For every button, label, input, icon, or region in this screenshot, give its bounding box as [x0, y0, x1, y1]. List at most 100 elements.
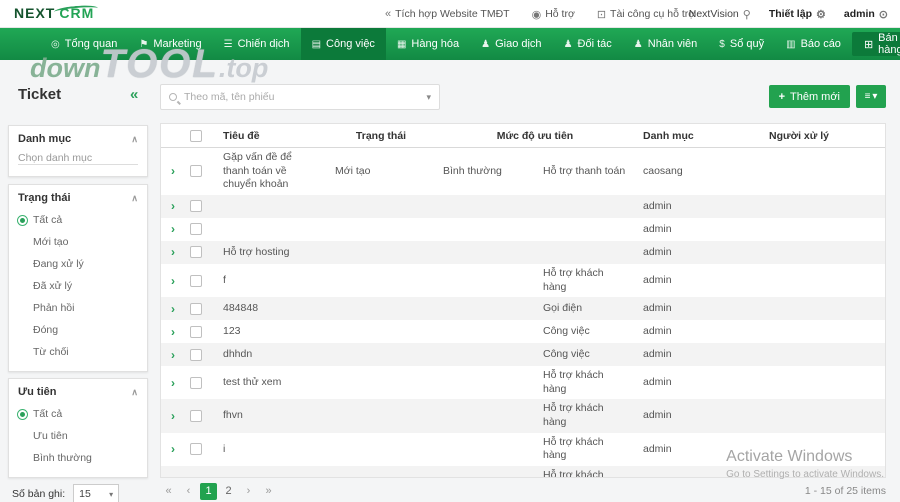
- cell-priority: [435, 249, 535, 255]
- row-expand-icon[interactable]: ›: [161, 442, 185, 456]
- row-checkbox[interactable]: [190, 200, 202, 213]
- category-panel-header[interactable]: Danh mục ∧: [9, 126, 147, 150]
- nav-item-marketing[interactable]: ⚑ Marketing: [128, 28, 212, 60]
- cart-icon: ⊞: [863, 38, 874, 51]
- status-option-phan-hoi[interactable]: Phản hồi: [9, 297, 147, 319]
- table-row[interactable]: › fhvn Hỗ trợ khách hàng admin: [161, 399, 885, 433]
- table-row[interactable]: › i Hỗ trợ khách hàng admin: [161, 432, 885, 467]
- cell-title: Hỗ trợ hosting: [223, 245, 290, 258]
- row-checkbox[interactable]: [190, 410, 202, 423]
- table-row[interactable]: › admin: [161, 217, 885, 241]
- search-dropdown-caret-icon[interactable]: ▾: [426, 92, 431, 103]
- partners-icon: ♟: [563, 38, 573, 50]
- status-option-da-xu-ly[interactable]: Đã xử lý: [9, 275, 147, 297]
- row-checkbox[interactable]: [190, 476, 202, 477]
- table-row[interactable]: › dhhdn Công việc admin: [161, 343, 885, 367]
- nav-item-chien-dich[interactable]: ☰ Chiến dịch: [213, 28, 301, 60]
- status-option-all[interactable]: Tất cả: [9, 209, 147, 231]
- priority-panel-header[interactable]: Ưu tiên ∧: [9, 379, 147, 403]
- row-checkbox[interactable]: [190, 223, 202, 236]
- row-expand-icon[interactable]: ›: [161, 302, 185, 316]
- list-options-button[interactable]: ≡ ▾: [856, 85, 886, 108]
- row-expand-icon[interactable]: ›: [161, 245, 185, 259]
- row-expand-icon[interactable]: ›: [161, 164, 185, 178]
- row-checkbox[interactable]: [190, 348, 202, 361]
- header-danh-muc[interactable]: Danh mục: [635, 130, 747, 142]
- table-row[interactable]: › test thử xem Hỗ trợ khách hàng admin: [161, 366, 885, 400]
- row-expand-icon[interactable]: ›: [161, 476, 185, 477]
- cell-category: Hỗ trợ khách hàng: [543, 469, 604, 478]
- row-checkbox[interactable]: [190, 325, 202, 338]
- header-trang-thai[interactable]: Trạng thái: [327, 130, 435, 142]
- row-checkbox[interactable]: [190, 302, 202, 315]
- settings-link[interactable]: Thiết lập ⚙: [769, 8, 826, 21]
- priority-option-all[interactable]: Tất cả: [9, 403, 147, 425]
- row-expand-icon[interactable]: ›: [161, 325, 185, 339]
- company-link[interactable]: NextVision ⚲: [689, 8, 751, 21]
- row-expand-icon[interactable]: ›: [161, 274, 185, 288]
- sales-button[interactable]: ⊞ Bán hàng: [851, 32, 900, 56]
- tools-link[interactable]: ⊡ Tài công cụ hỗ trợ: [597, 8, 695, 21]
- nav-item-cong-viec[interactable]: ▤ Công việc: [300, 28, 386, 60]
- table-row[interactable]: › 484848 Gọi điện admin: [161, 297, 885, 321]
- cell-handler: admin: [643, 245, 672, 258]
- status-option-tu-choi[interactable]: Từ chối: [9, 341, 147, 363]
- nextcrm-logo[interactable]: NEXT CRM: [14, 4, 99, 21]
- nav-item-giao-dich[interactable]: ♟ Giao dịch: [470, 28, 552, 60]
- priority-option-uu-tien[interactable]: Ưu tiên: [9, 425, 147, 447]
- dollar-icon: $: [719, 38, 725, 50]
- row-expand-icon[interactable]: ›: [161, 222, 185, 236]
- status-option-label: Mới tạo: [33, 236, 69, 248]
- status-panel-header[interactable]: Trạng thái ∧: [9, 185, 147, 209]
- nav-item-bao-cao[interactable]: ▥ Báo cáo: [775, 28, 852, 60]
- sidebar-collapse-icon[interactable]: «: [130, 86, 138, 103]
- category-select-input[interactable]: [18, 152, 138, 165]
- nav-item-doi-tac[interactable]: ♟ Đối tác: [553, 28, 623, 60]
- header-nguoi-xu-ly[interactable]: Người xử lý: [747, 130, 885, 142]
- next-page-icon[interactable]: ›: [240, 483, 257, 500]
- page-button-1[interactable]: 1: [200, 482, 217, 500]
- search-input[interactable]: [184, 91, 427, 103]
- page-button-2[interactable]: 2: [220, 483, 237, 500]
- cell-category: Công việc: [543, 324, 590, 337]
- table-row[interactable]: › admin: [161, 194, 885, 218]
- select-all-checkbox[interactable]: [190, 129, 202, 142]
- cell-handler: admin: [643, 199, 672, 212]
- records-select[interactable]: 15 ▾: [73, 484, 120, 502]
- header-tieu-de[interactable]: Tiêu đề: [215, 130, 327, 142]
- table-row[interactable]: › Hỗ trợ hosting admin: [161, 240, 885, 264]
- add-new-button[interactable]: + Thêm mới: [768, 85, 850, 108]
- priority-option-binh-thuong[interactable]: Bình thường: [9, 447, 147, 469]
- row-checkbox[interactable]: [190, 246, 202, 259]
- last-page-icon[interactable]: »: [260, 483, 277, 500]
- integration-link[interactable]: « Tích hợp Website TMĐT: [385, 8, 510, 20]
- first-page-icon[interactable]: «: [160, 483, 177, 500]
- row-expand-icon[interactable]: ›: [161, 199, 185, 213]
- status-option-dong[interactable]: Đóng: [9, 319, 147, 341]
- support-link[interactable]: ◉ Hỗ trợ: [532, 8, 575, 21]
- nav-item-nhan-vien[interactable]: ♟ Nhân viên: [623, 28, 709, 60]
- status-option-moi-tao[interactable]: Mới tạo: [9, 231, 147, 253]
- nav-item-tong-quan[interactable]: ◎ Tổng quan: [40, 28, 128, 60]
- row-expand-icon[interactable]: ›: [161, 348, 185, 362]
- nav-item-hang-hoa[interactable]: ▦ Hàng hóa: [386, 28, 470, 60]
- row-checkbox[interactable]: [190, 443, 202, 456]
- content-area: Ticket « ▾ + Thêm mới ≡ ▾ Danh mục ∧ Trạ…: [0, 60, 900, 502]
- row-checkbox[interactable]: [190, 165, 202, 178]
- row-expand-icon[interactable]: ›: [161, 409, 185, 423]
- table-row[interactable]: › Gặp vấn đề để thanh toán về chuyển kho…: [161, 148, 885, 195]
- row-checkbox[interactable]: [190, 376, 202, 389]
- header-muc-do-uu-tien[interactable]: Mức độ ưu tiên: [435, 130, 635, 142]
- table-row[interactable]: › 123 Công việc admin: [161, 320, 885, 344]
- table-row[interactable]: › f Hỗ trợ khách hàng admin: [161, 263, 885, 298]
- priority-panel: Ưu tiên ∧ Tất cả Ưu tiên Bình thường: [8, 378, 148, 478]
- status-option-dang-xu-ly[interactable]: Đang xử lý: [9, 253, 147, 275]
- user-menu[interactable]: admin ⊙: [844, 8, 888, 21]
- prev-page-icon[interactable]: ‹: [180, 483, 197, 500]
- table-row[interactable]: › gfj Hỗ trợ khách hàng admin: [161, 466, 885, 478]
- row-checkbox[interactable]: [190, 274, 202, 287]
- nav-item-so-quy[interactable]: $ Sổ quỹ: [708, 28, 775, 60]
- topbar-account-area: NextVision ⚲ Thiết lập ⚙ admin ⊙: [689, 0, 888, 28]
- priority-panel-title: Ưu tiên: [18, 386, 57, 398]
- row-expand-icon[interactable]: ›: [161, 376, 185, 390]
